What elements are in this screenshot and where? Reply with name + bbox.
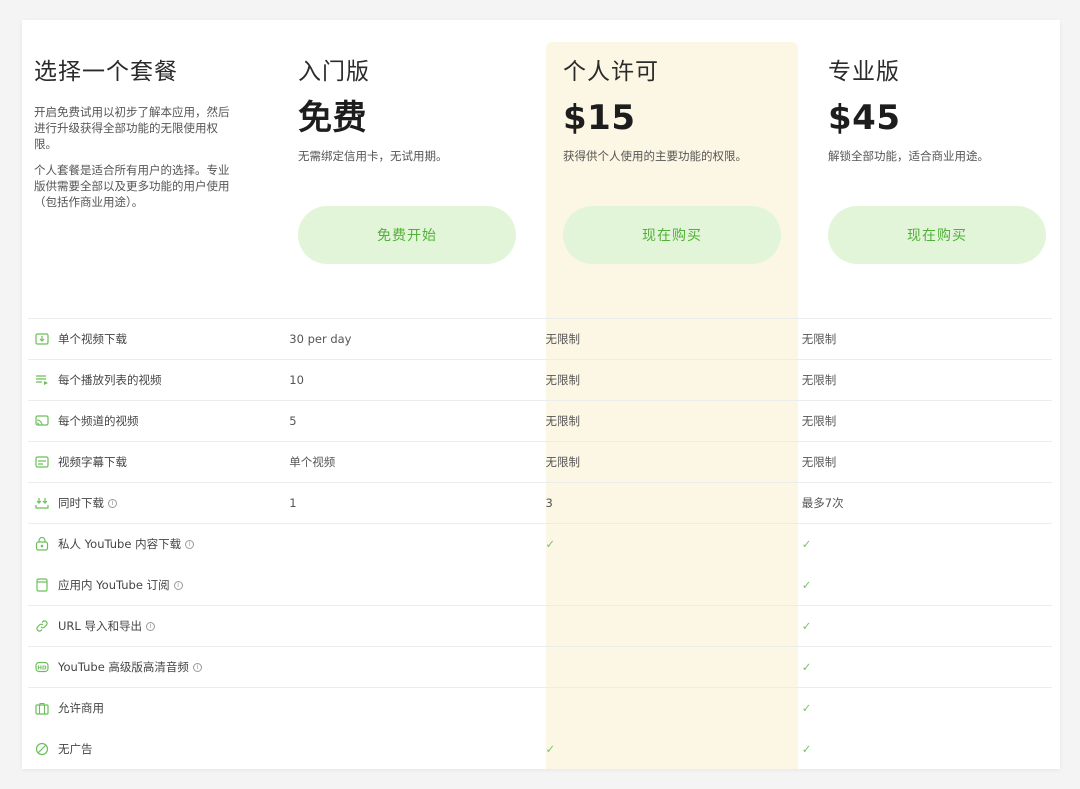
plan-name: 专业版 (828, 59, 900, 85)
feature-row: 每个频道的视频 5 无限制 无限制 (28, 400, 1052, 441)
feature-label-cell: 每个播放列表的视频 (28, 372, 283, 388)
check-icon: ✓ (545, 742, 556, 756)
feature-label-cell: 应用内 YouTube 订阅 i (28, 577, 283, 593)
feature-label: 私人 YouTube 内容下载 (58, 537, 182, 551)
plan-price: $45 (828, 98, 901, 138)
check-icon: ✓ (801, 742, 812, 756)
feature-value: 10 (289, 373, 304, 387)
info-icon[interactable]: i (185, 539, 195, 549)
feature-label: 无广告 (58, 742, 93, 756)
feature-label: 应用内 YouTube 订阅 (58, 578, 170, 592)
intro-column: 选择一个套餐 开启免费试用以初步了解本应用，然后进行升级获得全部功能的无限使用权… (34, 58, 234, 210)
subtitle-icon (34, 454, 50, 470)
check-icon: ✓ (801, 701, 812, 715)
intro-description: 开启免费试用以初步了解本应用，然后进行升级获得全部功能的无限使用权限。 个人套餐… (34, 104, 234, 210)
plan-personal: 个人许可 $15 获得供个人使用的主要功能的权限。 (563, 58, 793, 164)
feature-row: 允许商用 ✓ (28, 687, 1052, 728)
channel-icon (34, 413, 50, 429)
feature-value: 无限制 (801, 332, 837, 346)
feature-label-cell: HD YouTube 高级版高清音频 i (28, 659, 283, 675)
feature-row: 每个播放列表的视频 10 无限制 无限制 (28, 359, 1052, 400)
feature-label-cell: 同时下载 i (28, 495, 283, 511)
feature-label: 单个视频下载 (58, 332, 127, 346)
feature-row: 同时下载 i 1 3 最多7次 (28, 482, 1052, 523)
feature-value: 无限制 (801, 455, 837, 469)
feature-label: URL 导入和导出 (58, 619, 142, 633)
check-icon: ✓ (801, 660, 812, 674)
feature-label-cell: 视频字幕下载 (28, 454, 283, 470)
check-icon: ✓ (801, 578, 812, 592)
feature-value: 无限制 (801, 373, 837, 387)
feature-value: 3 (545, 496, 553, 510)
feature-label: 同时下载 (58, 496, 104, 510)
feature-label: 每个频道的视频 (58, 414, 139, 428)
plan-price: 免费 (298, 98, 367, 138)
feature-row: HD YouTube 高级版高清音频 i ✓ (28, 646, 1052, 687)
feature-table: 单个视频下载 30 per day 无限制 无限制 每个播放列表的视频 10 无限制 无限制每… (28, 318, 1052, 769)
feature-label: YouTube 高级版高清音频 (58, 660, 189, 674)
info-icon[interactable]: i (173, 580, 183, 590)
feature-value: 无限制 (545, 455, 581, 469)
hd-icon: HD (34, 659, 50, 675)
page-title: 选择一个套餐 (34, 59, 178, 85)
buy-personal-button[interactable]: 现在购买 (563, 206, 781, 264)
intro-paragraph-1: 开启免费试用以初步了解本应用，然后进行升级获得全部功能的无限使用权限。 (34, 105, 230, 151)
feature-row: 无广告 ✓ ✓ (28, 728, 1052, 769)
info-icon[interactable]: i (192, 662, 202, 672)
playlist-icon (34, 372, 50, 388)
plan-price: $15 (563, 98, 636, 138)
pricing-card: 选择一个套餐 开启免费试用以初步了解本应用，然后进行升级获得全部功能的无限使用权… (22, 20, 1060, 769)
feature-label-cell: URL 导入和导出 i (28, 618, 283, 634)
check-icon: ✓ (801, 537, 812, 551)
check-icon: ✓ (801, 619, 812, 633)
feature-value: 无限制 (545, 332, 581, 346)
feature-label-cell: 单个视频下载 (28, 331, 283, 347)
plan-name: 个人许可 (563, 59, 659, 85)
feature-label-cell: 私人 YouTube 内容下载 i (28, 536, 283, 552)
feature-value: 1 (289, 496, 297, 510)
subscription-icon (34, 577, 50, 593)
feature-label-cell: 无广告 (28, 741, 283, 757)
feature-row: 单个视频下载 30 per day 无限制 无限制 (28, 318, 1052, 359)
video-download-icon (34, 331, 50, 347)
feature-value: 无限制 (545, 373, 581, 387)
plan-pro: 专业版 $45 解锁全部功能，适合商业用途。 (828, 58, 1058, 164)
feature-value: 无限制 (545, 414, 581, 428)
no-ads-icon (34, 741, 50, 757)
info-icon[interactable]: i (108, 498, 117, 508)
plan-description: 解锁全部功能，适合商业用途。 (828, 149, 989, 163)
feature-row: 应用内 YouTube 订阅 i ✓ (28, 564, 1052, 605)
plan-description: 无需绑定信用卡，无试用期。 (298, 149, 448, 163)
private-lock-icon (34, 536, 50, 552)
svg-text:HD: HD (37, 666, 47, 672)
plan-starter: 入门版 免费 无需绑定信用卡，无试用期。 (298, 58, 528, 164)
buy-pro-button[interactable]: 现在购买 (828, 206, 1046, 264)
briefcase-icon (34, 700, 50, 716)
plan-description: 获得供个人使用的主要功能的权限。 (563, 149, 747, 163)
feature-row: 私人 YouTube 内容下载 i ✓ ✓ (28, 523, 1052, 564)
feature-row: URL 导入和导出 i ✓ (28, 605, 1052, 646)
feature-value: 最多7次 (801, 496, 844, 510)
start-free-button[interactable]: 免费开始 (298, 206, 516, 264)
plan-name: 入门版 (298, 59, 370, 85)
feature-row: 视频字幕下载 单个视频 无限制 无限制 (28, 441, 1052, 482)
feature-value: 30 per day (289, 332, 352, 346)
feature-value: 5 (289, 414, 297, 428)
feature-value: 单个视频 (289, 455, 336, 469)
feature-label: 每个播放列表的视频 (58, 373, 162, 387)
link-icon (34, 618, 50, 634)
feature-label: 视频字幕下载 (58, 455, 127, 469)
feature-value: 无限制 (801, 414, 837, 428)
intro-paragraph-2: 个人套餐是适合所有用户的选择。专业版供需要全部以及更多功能的用户使用（包括作商业… (34, 163, 230, 209)
feature-label-cell: 每个频道的视频 (28, 413, 283, 429)
feature-label-cell: 允许商用 (28, 700, 283, 716)
feature-label: 允许商用 (58, 701, 104, 715)
info-icon[interactable]: i (145, 621, 155, 631)
concurrent-download-icon (34, 495, 50, 511)
check-icon: ✓ (545, 537, 556, 551)
